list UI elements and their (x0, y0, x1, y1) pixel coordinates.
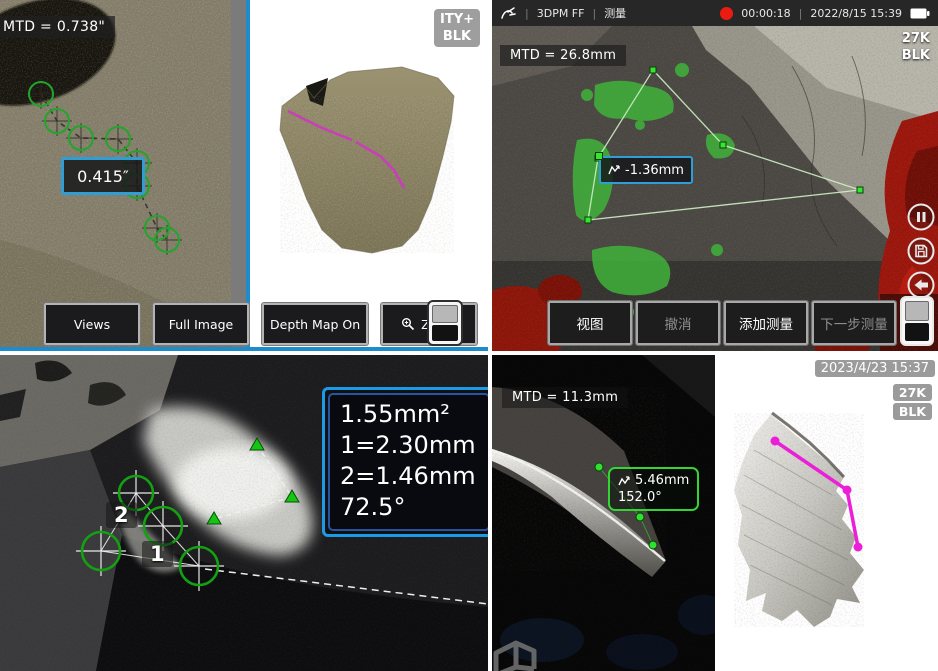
toggle-bottom-half (432, 325, 458, 341)
add-measure-button[interactable]: 添加测量 (724, 301, 808, 345)
cursor-label-1: 1 (142, 541, 173, 567)
result-area: 1.55mm² (340, 399, 476, 430)
depth-value-label[interactable]: -1.36mm (599, 156, 693, 184)
triangle-markers[interactable] (207, 438, 299, 524)
panel-area-depth-result: 2 1 1.55mm² 1=2.30mm 2=1.46mm 72.5° (0, 355, 488, 671)
panel-area-measurement: | 3DPM FF | 测量 00:00:18 | 2022/8/15 15:3… (492, 0, 938, 351)
next-measure-label: 下一步测量 (820, 313, 888, 333)
image-mode-text: 27K BLK (902, 30, 930, 64)
side-controls (907, 203, 935, 299)
result-box[interactable]: 1.55mm² 1=2.30mm 2=1.46mm 72.5° (322, 387, 488, 537)
depth-map-label: Depth Map On (270, 317, 360, 332)
defect-patches (573, 63, 735, 322)
mode-label: 3DPM FF (537, 7, 585, 20)
battery-icon (910, 8, 930, 19)
datetime-badge: 2023/4/23 15:37 (815, 360, 935, 377)
bottom-accent-line (0, 347, 488, 351)
back-button[interactable] (907, 271, 935, 299)
save-button[interactable] (907, 237, 935, 265)
panel-depth-profile: MTD = 0.738" 0.415″ ITY+ BLK Views Full … (0, 0, 488, 351)
split-screen-toggle[interactable] (427, 300, 463, 346)
pause-icon (917, 212, 920, 222)
softkey-row: Views Full Image Depth Map On Zoom (44, 303, 477, 345)
pause-button[interactable] (907, 203, 935, 231)
next-measure-button[interactable]: 下一步测量 (812, 301, 896, 345)
triangle-dashed-lines (214, 445, 292, 519)
corner-line2: BLK (902, 47, 930, 64)
full-image-button[interactable]: Full Image (153, 303, 249, 345)
status-bar: | 3DPM FF | 测量 00:00:18 | 2022/8/15 15:3… (492, 0, 938, 26)
views-label: 视图 (577, 313, 604, 333)
add-measure-label: 添加测量 (739, 313, 793, 333)
reference-dashed-line (205, 569, 488, 604)
toggle-top-half (905, 301, 929, 321)
corner-badge-blk: BLK (893, 403, 932, 420)
active-cursor-marker (596, 153, 602, 159)
separator: | (799, 7, 803, 20)
undo-label: 撤消 (665, 313, 692, 333)
views-button[interactable]: 视图 (548, 301, 632, 345)
badge-line1: ITY+ (440, 11, 474, 28)
corner-line1: 27K (902, 30, 930, 47)
cursor-crosshairs (76, 470, 224, 591)
screen-label: 测量 (604, 5, 626, 21)
mtd-label: MTD = 26.8mm (500, 45, 626, 66)
depth-value-label[interactable]: 0.415″ (61, 157, 145, 195)
separator: | (525, 7, 529, 20)
badge-line2: BLK (440, 28, 474, 45)
pointcloud-view[interactable] (492, 355, 938, 671)
panel-length-angle: MTD = 11.3mm 5.46mm 152.0° (492, 355, 938, 671)
datetime-label: 2022/8/15 15:39 (810, 7, 902, 20)
cursor-label-2: 2 (106, 502, 137, 528)
record-indicator-icon (720, 7, 733, 20)
magnifier-icon (401, 317, 415, 331)
corner-badge-27k: 27K (893, 384, 932, 401)
separator: | (592, 7, 596, 20)
measure-type-icon (608, 164, 621, 176)
result-d2: 2=1.46mm (340, 461, 476, 492)
full-image-label: Full Image (169, 317, 234, 332)
depth-value: -1.36mm (625, 163, 684, 178)
softkey-row: 视图 撤消 添加测量 下一步测量 (548, 301, 896, 345)
mtd-label: MTD = 0.738" (0, 16, 115, 38)
result-angle: 72.5° (340, 492, 476, 523)
depth-map-button[interactable]: Depth Map On (262, 303, 368, 345)
image-mode-badge: ITY+ BLK (434, 9, 480, 47)
toggle-bottom-half (905, 323, 929, 341)
record-time: 00:00:18 (741, 7, 790, 20)
split-screen-toggle[interactable] (900, 296, 934, 346)
toggle-top-half (432, 305, 458, 323)
result-d1: 1=2.30mm (340, 430, 476, 461)
views-button[interactable]: Views (44, 303, 140, 345)
undo-button[interactable]: 撤消 (636, 301, 720, 345)
views-label: Views (74, 317, 110, 332)
brand-logo-icon (500, 6, 517, 20)
